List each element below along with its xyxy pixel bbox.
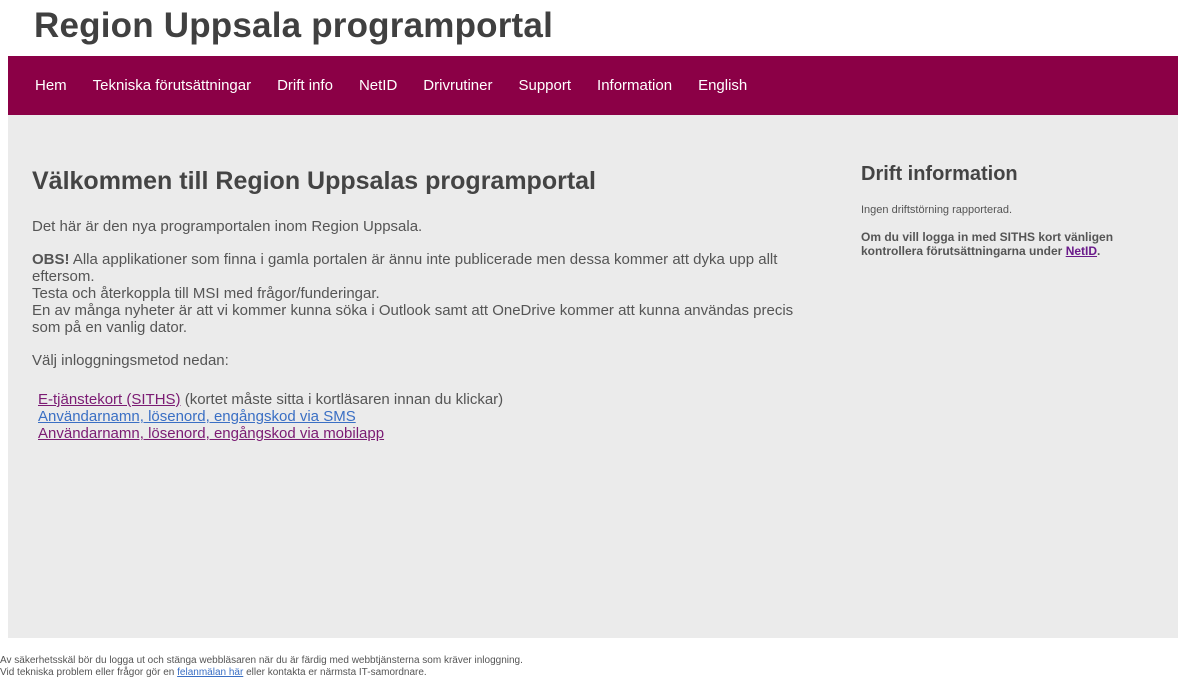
obs-text: Alla applikationer som finna i gamla por… xyxy=(32,251,778,285)
nav-item-english[interactable]: English xyxy=(698,77,747,94)
nav-item-hem[interactable]: Hem xyxy=(35,77,67,94)
nav-item-drift-info[interactable]: Drift info xyxy=(277,77,333,94)
feedback-text: Testa och återkoppla till MSI med frågor… xyxy=(32,285,380,302)
login-methods: E-tjänstekort (SITHS) (kortet måste sitt… xyxy=(38,391,812,442)
login-app-row: Användarnamn, lösenord, engångskod via m… xyxy=(38,425,812,442)
siths-notice: Om du vill logga in med SITHS kort vänli… xyxy=(861,230,1161,258)
nav-item-support[interactable]: Support xyxy=(518,77,571,94)
login-sms-link[interactable]: Användarnamn, lösenord, engångskod via S… xyxy=(38,408,356,425)
footer: Av säkerhetsskäl bör du logga ut och stä… xyxy=(0,655,523,679)
nav-item-tekniska-forutsattningar[interactable]: Tekniska förutsättningar xyxy=(93,77,251,94)
nav-item-netid[interactable]: NetID xyxy=(359,77,397,94)
welcome-section: Välkommen till Region Uppsalas programpo… xyxy=(32,167,812,442)
login-sms-row: Användarnamn, lösenord, engångskod via S… xyxy=(38,408,812,425)
nav-item-drivrutiner[interactable]: Drivrutiner xyxy=(423,77,492,94)
login-mobilapp-link[interactable]: Användarnamn, lösenord, engångskod via m… xyxy=(38,425,384,442)
site-title: Region Uppsala programportal xyxy=(34,6,553,45)
login-siths-note: (kortet måste sitta i kortläsaren innan … xyxy=(180,391,504,408)
obs-label: OBS! xyxy=(32,251,70,268)
footer-support-line: Vid tekniska problem eller frågor gör en… xyxy=(0,667,523,679)
news-text: En av många nyheter är att vi kommer kun… xyxy=(32,302,794,336)
drift-information-heading: Drift information xyxy=(861,163,1018,185)
login-siths-link[interactable]: E-tjänstekort (SITHS) xyxy=(38,391,181,408)
felanmalan-link[interactable]: felanmälan här xyxy=(177,667,243,678)
login-siths-row: E-tjänstekort (SITHS) (kortet måste sitt… xyxy=(38,391,812,408)
welcome-heading: Välkommen till Region Uppsalas programpo… xyxy=(32,167,597,195)
drift-status-text: Ingen driftstörning rapporterad. xyxy=(861,204,1013,216)
footer-support-end: eller kontakta er närmsta IT-samordnare. xyxy=(243,667,427,678)
intro-text: Det här är den nya programportalen inom … xyxy=(32,218,423,235)
choose-login-text: Välj inloggningsmetod nedan: xyxy=(32,352,229,369)
siths-notice-end: . xyxy=(1097,244,1101,258)
main-nav: Hem Tekniska förutsättningar Drift info … xyxy=(8,56,1178,115)
footer-security-text: Av säkerhetsskäl bör du logga ut och stä… xyxy=(0,655,523,666)
main-content-area: Välkommen till Region Uppsalas programpo… xyxy=(8,115,1178,638)
nav-item-information[interactable]: Information xyxy=(597,77,672,94)
obs-notice: OBS! Alla applikationer som finna i gaml… xyxy=(32,251,812,285)
netid-link[interactable]: NetID xyxy=(1066,244,1097,258)
drift-information-panel: Drift information Ingen driftstörning ra… xyxy=(861,163,1161,258)
footer-support-text: Vid tekniska problem eller frågor gör en xyxy=(0,667,178,678)
